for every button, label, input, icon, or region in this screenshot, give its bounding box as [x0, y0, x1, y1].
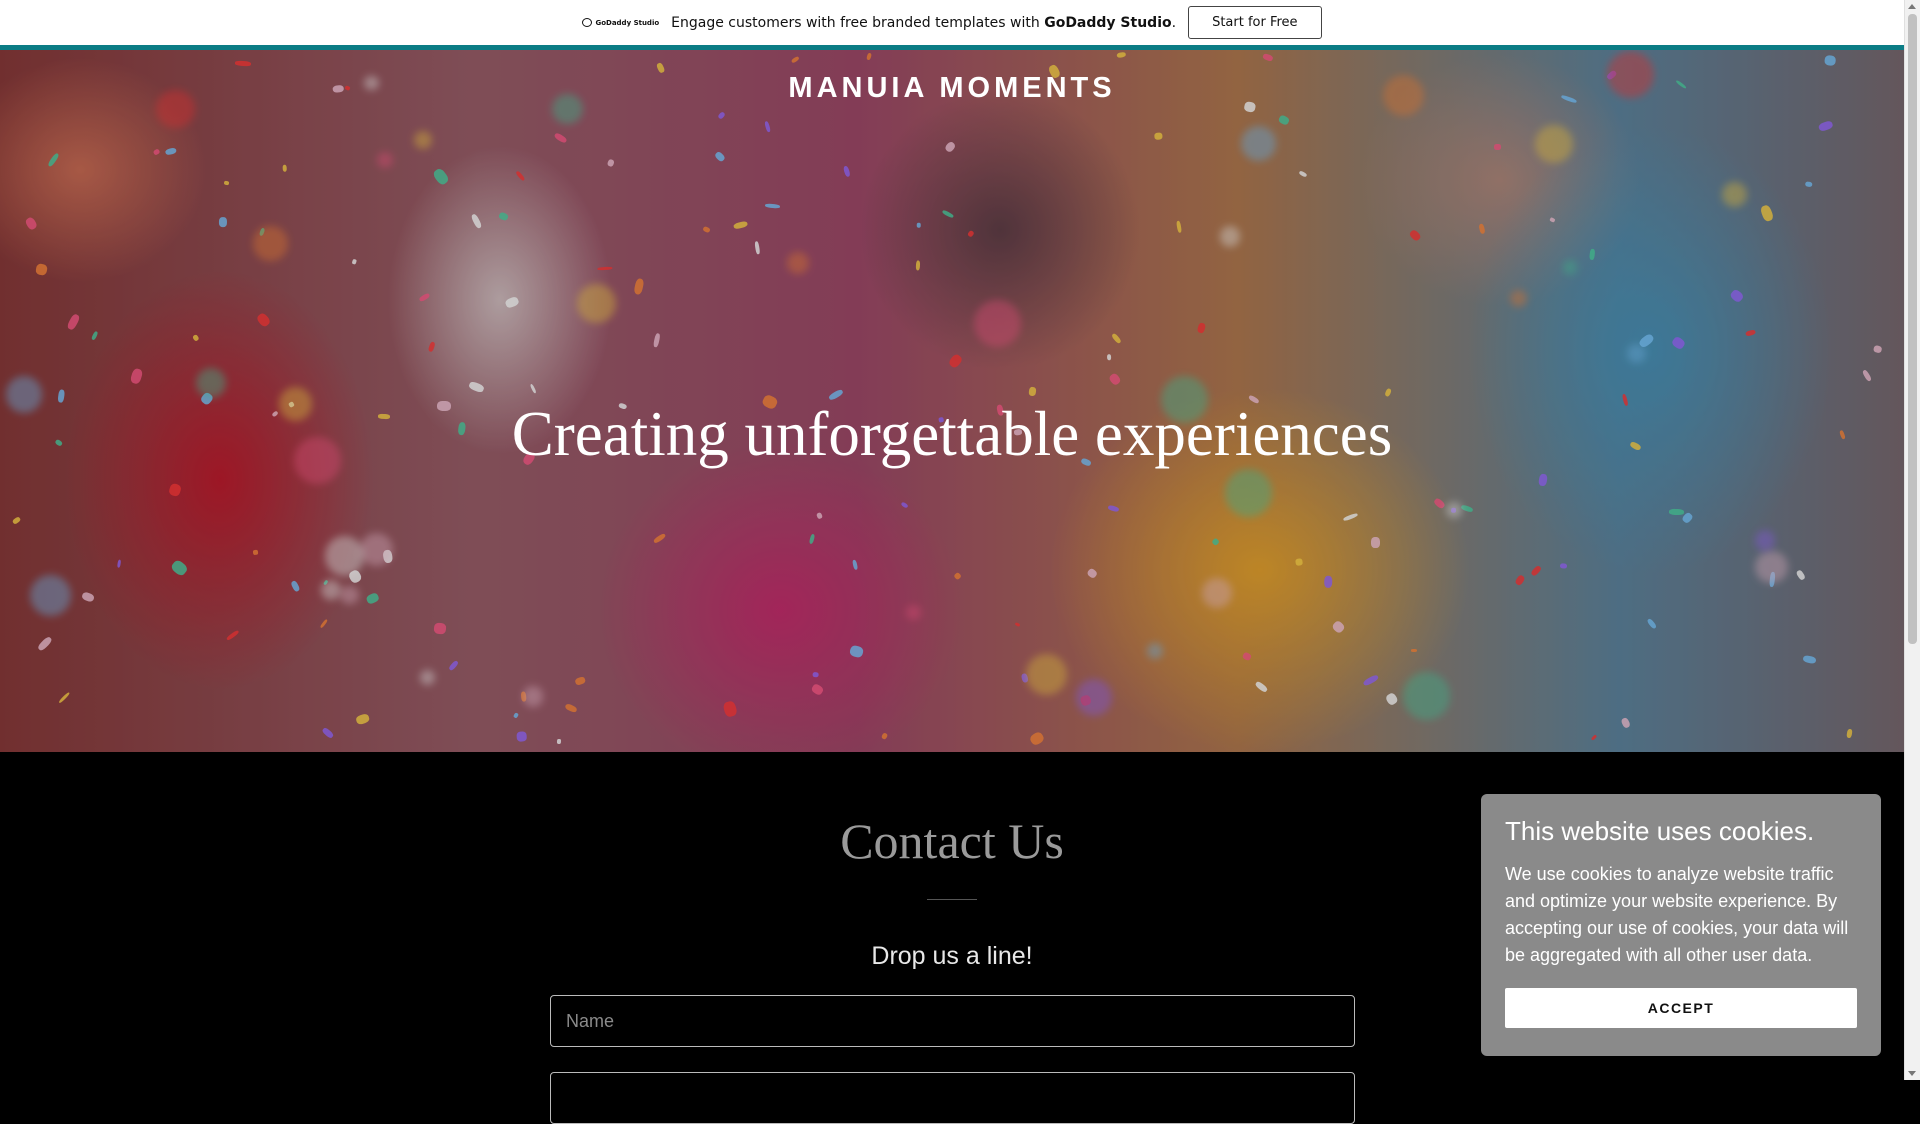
promo-message-prefix: Engage customers with free branded templ… [671, 14, 1045, 31]
promo-logo-text: GoDaddy Studio [595, 18, 660, 27]
promo-bar: GoDaddy Studio Engage customers with fre… [0, 0, 1904, 50]
heading-divider [927, 899, 977, 900]
page-scrollbar[interactable] [1904, 0, 1920, 1080]
scrollbar-thumb[interactable] [1908, 14, 1917, 644]
godaddy-logo-icon [582, 18, 593, 27]
accept-cookies-button[interactable]: ACCEPT [1505, 988, 1857, 1028]
cookie-title: This website uses cookies. [1505, 816, 1815, 846]
cookie-body: We use cookies to analyze website traffi… [1505, 864, 1849, 965]
godaddy-studio-logo[interactable]: GoDaddy Studio [582, 18, 659, 27]
name-input[interactable] [550, 995, 1355, 1047]
hero-tagline: Creating unforgettable experiences [511, 399, 1393, 469]
promo-message-suffix: . [1171, 14, 1177, 31]
scroll-down-arrow-icon[interactable] [1908, 1071, 1916, 1076]
promo-message: Engage customers with free branded templ… [671, 15, 1176, 31]
hero-section: MANUIA MOMENTS Creating unforgettable ex… [0, 50, 1904, 752]
promo-message-brand: GoDaddy Studio [1044, 14, 1172, 31]
scroll-up-arrow-icon[interactable] [1908, 4, 1916, 9]
cookie-banner: This website uses cookies. We use cookie… [1481, 794, 1881, 1056]
site-brand-title[interactable]: MANUIA MOMENTS [0, 72, 1904, 105]
start-for-free-button[interactable]: Start for Free [1188, 6, 1322, 39]
